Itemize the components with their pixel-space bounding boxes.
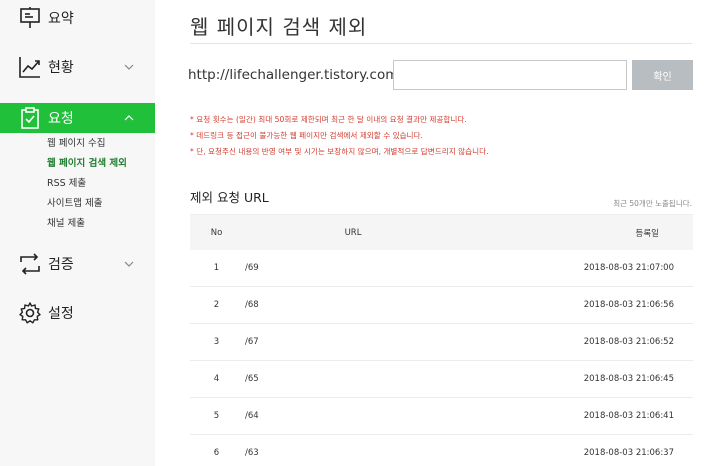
chevron-down-icon — [124, 261, 134, 267]
cell-url: /65 — [245, 374, 259, 384]
table-row: 6 /63 2018-08-03 21:06:37 — [190, 435, 693, 466]
sidebar-item-label: 설정 — [48, 306, 74, 322]
column-header-no: No — [210, 227, 223, 238]
notice-text: * 요청 횟수는 (일간) 최대 50회로 제한되며 최근 한 달 이내의 요청… — [190, 115, 467, 124]
sidebar-item-request[interactable]: 요청 — [0, 103, 155, 133]
table-row: 5 /64 2018-08-03 21:06:41 — [190, 398, 693, 435]
sidebar: 요약 현황 요청 웹 페이지 수집 웹 페이지 검색 제외 RSS 제출 사이트… — [0, 0, 155, 466]
cell-date: 2018-08-03 21:06:37 — [583, 448, 674, 458]
table-header: No URL 등록일 — [190, 214, 693, 250]
sidebar-subitem-search-exclude[interactable]: 웹 페이지 검색 제외 — [0, 154, 155, 174]
cell-date: 2018-08-03 21:07:00 — [583, 263, 674, 273]
sidebar-item-status[interactable]: 현황 — [0, 52, 155, 82]
sidebar-subitem-page-collect[interactable]: 웹 페이지 수집 — [0, 134, 155, 154]
cell-url: /68 — [245, 300, 259, 310]
cell-no: 6 — [213, 448, 220, 458]
url-prefix: http://lifechallenger.tistory.com/ — [188, 67, 403, 83]
sidebar-item-settings[interactable]: 설정 — [0, 298, 155, 328]
sidebar-item-verify[interactable]: 검증 — [0, 249, 155, 279]
cell-no: 4 — [213, 374, 220, 384]
sidebar-subitem-channel-submit[interactable]: 채널 제출 — [0, 214, 155, 234]
notice-list: * 요청 횟수는 (일간) 최대 50회로 제한되며 최근 한 달 이내의 요청… — [190, 112, 700, 160]
confirm-button[interactable]: 확인 — [632, 60, 693, 90]
sidebar-subitem-rss-submit[interactable]: RSS 제출 — [0, 174, 155, 194]
cell-url: /69 — [245, 263, 259, 273]
column-header-url: URL — [344, 227, 362, 238]
section-note: 최근 50개만 노출됩니다. — [613, 199, 692, 208]
cell-date: 2018-08-03 21:06:45 — [583, 374, 674, 384]
cell-no: 1 — [213, 263, 220, 273]
sidebar-subitem-sitemap-submit[interactable]: 사이트맵 제출 — [0, 194, 155, 214]
presentation-board-icon — [20, 7, 40, 28]
clipboard-check-icon — [21, 107, 39, 129]
sidebar-item-label: 검증 — [48, 257, 74, 273]
sync-arrows-icon — [20, 253, 40, 275]
cell-url: /67 — [245, 337, 259, 347]
sidebar-item-label: 현황 — [48, 60, 74, 76]
cell-url: /64 — [245, 411, 259, 421]
table-row: 3 /67 2018-08-03 21:06:52 — [190, 324, 693, 361]
url-path-input[interactable] — [393, 60, 627, 90]
line-chart-icon — [19, 57, 40, 78]
chevron-down-icon — [124, 64, 134, 70]
column-header-date: 등록일 — [635, 228, 659, 239]
cell-date: 2018-08-03 21:06:52 — [583, 337, 674, 347]
notice-text: * 데드링크 등 접근이 불가능한 웹 페이지만 검색에서 제외할 수 있습니다… — [190, 131, 423, 140]
gear-icon — [19, 302, 41, 324]
cell-url: /63 — [245, 448, 259, 458]
title-divider — [190, 43, 692, 44]
section-title: 제외 요청 URL — [190, 190, 269, 205]
cell-no: 5 — [213, 411, 220, 421]
cell-no: 2 — [213, 300, 220, 310]
page-title: 웹 페이지 검색 제외 — [190, 15, 368, 39]
excluded-url-table: No URL 등록일 1 /69 2018-08-03 21:07:00 2 /… — [190, 214, 693, 466]
notice-text: * 단, 요청주신 내용의 반영 여부 및 시기는 보장하지 않으며, 개별적으… — [190, 147, 489, 156]
main-content: 웹 페이지 검색 제외 http://lifechallenger.tistor… — [155, 0, 720, 466]
table-row: 4 /65 2018-08-03 21:06:45 — [190, 361, 693, 398]
sidebar-submenu: 웹 페이지 수집 웹 페이지 검색 제외 RSS 제출 사이트맵 제출 채널 제… — [0, 134, 155, 234]
sidebar-item-label: 요약 — [48, 11, 74, 27]
sidebar-item-label: 요청 — [48, 111, 74, 127]
cell-no: 3 — [213, 337, 220, 347]
sidebar-item-summary[interactable]: 요약 — [0, 3, 155, 33]
table-row: 1 /69 2018-08-03 21:07:00 — [190, 250, 693, 287]
cell-date: 2018-08-03 21:06:41 — [583, 411, 674, 421]
cell-date: 2018-08-03 21:06:56 — [583, 300, 674, 310]
table-row: 2 /68 2018-08-03 21:06:56 — [190, 287, 693, 324]
chevron-up-icon — [124, 115, 134, 121]
